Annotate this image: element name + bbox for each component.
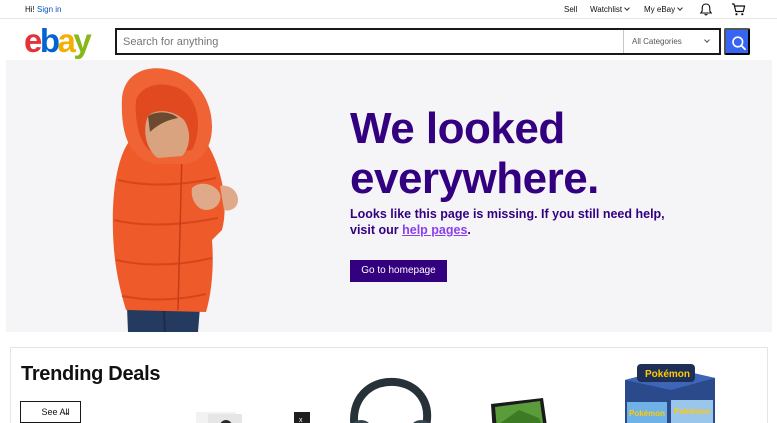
product-headphones-image[interactable] [341,376,441,423]
sell-link[interactable]: Sell [564,5,577,14]
go-to-homepage-button[interactable]: Go to homepage [350,260,447,282]
svg-text:Pokémon: Pokémon [645,369,690,380]
watchlist-menu[interactable]: Watchlist [590,5,630,14]
category-select[interactable]: All Categories [623,30,719,53]
product-game-console-image[interactable]: x [196,408,316,423]
trending-deals-section: Trending Deals See All → x Pokémon Pokémo… [10,347,768,423]
greeting-text: Hi! [25,5,35,14]
chevron-down-icon [677,5,683,11]
not-found-hero: We looked everywhere. Looks like this pa… [6,60,772,332]
svg-text:x: x [299,417,303,423]
svg-text:Pokémon: Pokémon [674,407,710,416]
search-bar: All Categories [115,28,721,55]
see-all-button[interactable]: See All → [20,401,81,423]
ebay-logo[interactable]: ebay [24,24,92,58]
watchlist-label: Watchlist [590,5,623,14]
page-headline: We looked everywhere. [350,104,599,204]
search-icon [732,36,746,51]
help-message-text: Looks like this page is missing. If you … [350,207,665,237]
greeting: Hi! Sign in [25,5,61,14]
top-utility-bar: Hi! Sign in Sell Watchlist My eBay [0,0,777,19]
product-monitor-image[interactable] [489,396,553,423]
bell-icon[interactable] [699,3,713,16]
search-input[interactable] [117,30,623,53]
help-message-end: . [467,223,471,237]
my-ebay-label: My eBay [644,5,676,14]
chevron-down-icon [624,5,630,11]
my-ebay-menu[interactable]: My eBay [644,5,683,14]
search-button[interactable] [724,28,750,55]
category-label: All Categories [632,37,682,46]
chevron-down-icon [704,37,710,43]
cart-icon[interactable] [731,3,746,16]
svg-text:Pokémon: Pokémon [629,409,665,418]
help-pages-link[interactable]: help pages [402,223,467,237]
product-trading-cards-image[interactable]: Pokémon Pokémon Pokémon [611,362,721,423]
section-title: Trending Deals [21,363,161,385]
headline-line-2: everywhere. [350,154,599,203]
arrow-right-icon: → [61,407,70,417]
headline-line-1: We looked [350,104,565,153]
help-message: Looks like this page is missing. If you … [350,206,680,238]
sign-in-link[interactable]: Sign in [37,5,61,14]
